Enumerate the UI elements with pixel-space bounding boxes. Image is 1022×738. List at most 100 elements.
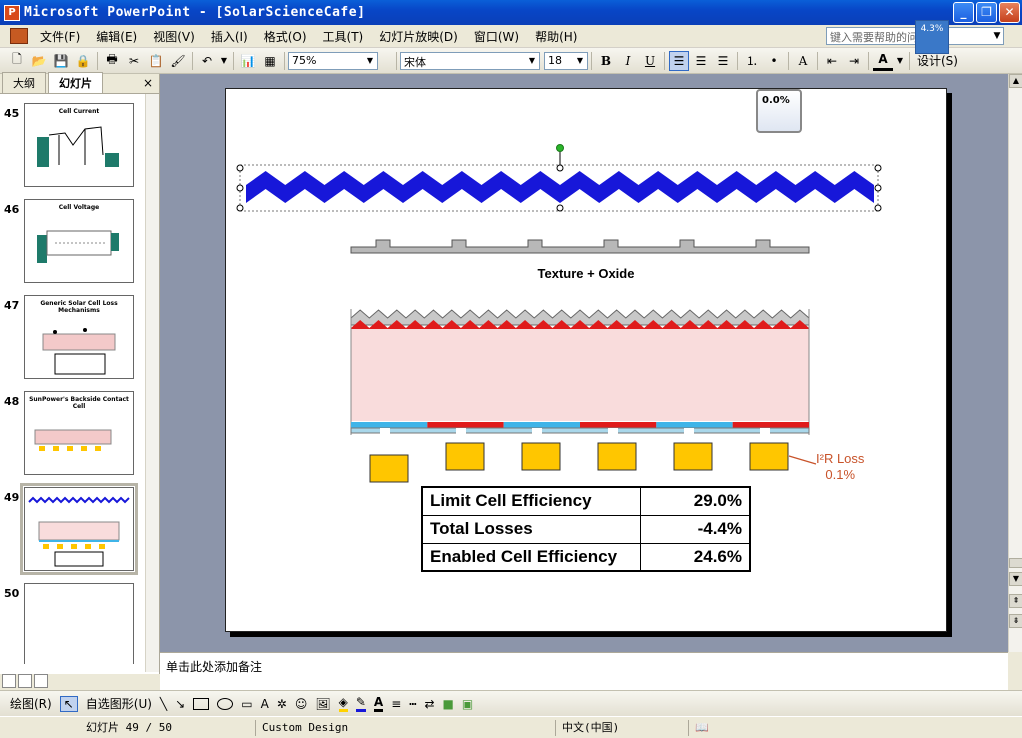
draw-menu[interactable]: 绘图(R) — [10, 695, 52, 712]
cut-icon[interactable]: ✂ — [124, 51, 144, 71]
menu-edit[interactable]: 编辑(E) — [88, 26, 145, 47]
permission-icon[interactable]: 🔒 — [73, 51, 93, 71]
menu-insert[interactable]: 插入(I) — [203, 26, 256, 47]
font-size-select[interactable]: 18 ▼ — [544, 51, 588, 70]
thumbnail-row-45[interactable]: 45 Cell Current — [0, 103, 146, 193]
open-icon[interactable]: 📂 — [29, 51, 49, 71]
contact-pad[interactable] — [521, 442, 561, 471]
autoshapes-menu[interactable]: 自选图形(U) — [86, 695, 152, 712]
decrease-indent-icon[interactable]: ⇤ — [822, 51, 842, 71]
paste-icon[interactable]: 📋 — [146, 51, 166, 71]
slide-thumbnail[interactable]: Cell Voltage — [24, 199, 134, 283]
oval-icon[interactable] — [217, 697, 234, 710]
oxide-layer[interactable] — [350, 239, 810, 254]
arrow-style-icon[interactable]: ⇄ — [424, 697, 434, 711]
design-button[interactable]: 设计(S) — [917, 52, 958, 69]
efficiency-table[interactable]: Limit Cell Efficiency 29.0% Total Losses… — [421, 486, 751, 572]
save-icon[interactable]: 💾 — [51, 51, 71, 71]
zigzag-texture[interactable] — [246, 171, 874, 203]
contact-pad[interactable] — [445, 442, 485, 471]
undo-icon[interactable]: ↶ — [197, 51, 217, 71]
align-left-icon[interactable]: ☰ — [669, 50, 689, 71]
scroll-thumb[interactable] — [1009, 558, 1022, 568]
contact-pad[interactable] — [369, 454, 409, 483]
bulleted-list-icon[interactable]: • — [764, 51, 784, 71]
wordart-icon[interactable]: A — [261, 697, 269, 711]
restore-button[interactable]: ❐ — [976, 2, 997, 23]
document-icon[interactable] — [10, 28, 28, 44]
bold-button[interactable]: B — [596, 51, 616, 71]
print-icon[interactable]: 🖶 — [102, 51, 122, 71]
thumbnail-row-50[interactable]: 50 — [0, 583, 146, 664]
thumbnail-row-49[interactable]: 49 — [0, 483, 146, 577]
thumbnail-row-47[interactable]: 47 Generic Solar Cell Loss Mechanisms — [0, 295, 146, 385]
close-icon[interactable]: × — [143, 76, 153, 90]
scroll-up-icon[interactable]: ▲ — [1009, 74, 1022, 88]
chevron-down-icon[interactable]: ▼ — [574, 54, 586, 68]
numbered-list-icon[interactable]: ⒈ — [742, 51, 762, 71]
chevron-down-icon[interactable]: ▼ — [895, 51, 905, 71]
editor-vertical-scrollbar[interactable]: ▲ ▼ ⇞ ⇟ — [1008, 74, 1022, 652]
resize-handle[interactable] — [236, 164, 244, 172]
contact-pad[interactable] — [749, 442, 789, 471]
insert-table-icon[interactable]: ▦ — [260, 51, 280, 71]
chevron-down-icon[interactable]: ▼ — [526, 54, 538, 68]
contact-pad[interactable] — [597, 442, 637, 471]
picture-icon[interactable]: 🖼 — [315, 697, 330, 711]
minimize-button[interactable]: _ — [953, 2, 974, 23]
font-color-icon[interactable]: A — [373, 695, 384, 712]
slide-thumbnail[interactable] — [24, 583, 134, 664]
new-icon[interactable]: 🗋 — [7, 51, 27, 71]
slide-thumbnail[interactable]: Generic Solar Cell Loss Mechanisms — [24, 295, 134, 379]
powerpoint-app-icon[interactable]: P — [4, 4, 20, 21]
prev-slide-icon[interactable]: ⇞ — [1009, 594, 1022, 608]
thumbnail-row-46[interactable]: 46 Cell Voltage — [0, 199, 146, 289]
line-color-icon[interactable]: ✎ — [355, 695, 366, 712]
thumbnail-row-48[interactable]: 48 SunPower's Backside Contact Cell — [0, 391, 146, 481]
line-style-icon[interactable]: ≡ — [391, 697, 401, 711]
tab-slides[interactable]: 幻灯片 — [48, 72, 103, 93]
slide-thumbnail[interactable]: SunPower's Backside Contact Cell — [24, 391, 134, 475]
arrow-icon[interactable]: ↘ — [175, 697, 185, 711]
menu-file[interactable]: 文件(F) — [32, 26, 88, 47]
slide-thumbnail-selected[interactable] — [20, 483, 138, 575]
menu-format[interactable]: 格式(O) — [256, 26, 315, 47]
menu-slideshow[interactable]: 幻灯片放映(D) — [371, 26, 466, 47]
textbox-icon[interactable]: ▭ — [241, 697, 252, 711]
slide-sorter-icon[interactable] — [18, 674, 32, 688]
resize-handle[interactable] — [236, 204, 244, 212]
3d-icon[interactable]: ▣ — [462, 697, 473, 711]
resize-handle[interactable] — [556, 164, 564, 172]
resize-handle[interactable] — [874, 204, 882, 212]
format-painter-icon[interactable]: 🖌 — [168, 51, 188, 71]
align-right-icon[interactable]: ☰ — [713, 51, 733, 71]
chevron-down-icon[interactable]: ▼ — [364, 54, 376, 68]
font-select[interactable]: 宋体 ▼ — [400, 51, 540, 70]
cell-substrate[interactable] — [351, 329, 809, 421]
menu-tools[interactable]: 工具(T) — [315, 26, 372, 47]
menu-help[interactable]: 帮助(H) — [527, 26, 585, 47]
normal-view-icon[interactable] — [2, 674, 16, 688]
shadow-icon[interactable]: ■ — [443, 697, 454, 711]
insert-chart-icon[interactable]: 📊 — [238, 51, 258, 71]
spellcheck-icon[interactable]: 📖 — [688, 720, 709, 736]
scroll-down-icon[interactable]: ▼ — [1009, 572, 1022, 586]
dash-style-icon[interactable]: ┅ — [409, 697, 416, 711]
italic-button[interactable]: I — [618, 51, 638, 71]
current-slide[interactable]: 0.0% Texture + Oxide I²R Loss 0.1% Limit… — [225, 88, 947, 632]
increase-indent-icon[interactable]: ⇥ — [844, 51, 864, 71]
rotate-handle[interactable] — [556, 144, 564, 152]
rectangle-icon[interactable] — [193, 697, 210, 710]
slides-scrollbar[interactable] — [145, 94, 159, 672]
align-center-icon[interactable]: ☰ — [691, 51, 711, 71]
notes-pane[interactable]: 单击此处添加备注 — [160, 652, 1008, 690]
zoom-select[interactable]: 75% ▼ — [288, 51, 378, 70]
fill-color-icon[interactable]: ◈ — [338, 695, 348, 712]
resize-handle[interactable] — [874, 164, 882, 172]
menu-window[interactable]: 窗口(W) — [466, 26, 527, 47]
increase-font-icon[interactable]: A — [793, 51, 813, 71]
chevron-down-icon[interactable]: ▼ — [219, 51, 229, 71]
contact-pad[interactable] — [673, 442, 713, 471]
chevron-down-icon[interactable]: ▼ — [991, 28, 1003, 44]
diagram-icon[interactable]: ✲ — [277, 697, 287, 711]
